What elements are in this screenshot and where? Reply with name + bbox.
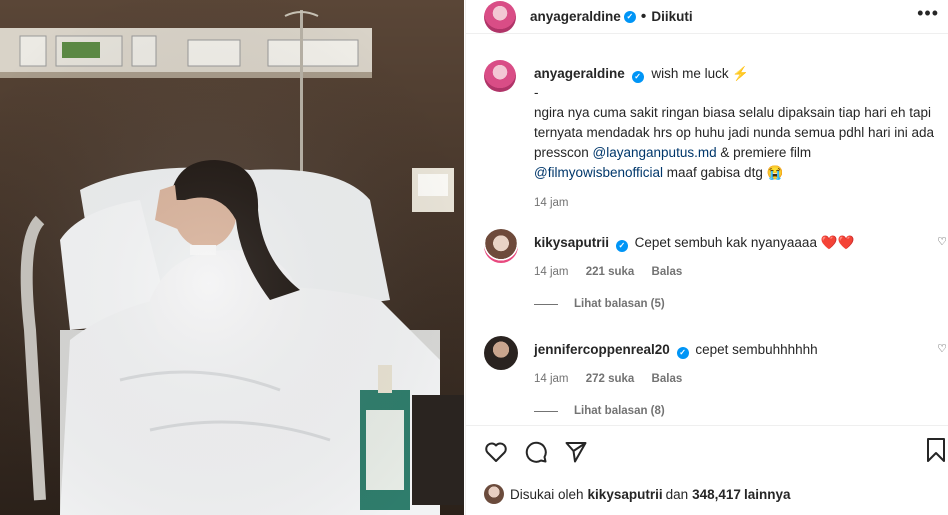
verified-icon: ✓ (615, 240, 628, 252)
replies-line (534, 303, 558, 305)
comment-item: jennifercoppenreal20 ✓ cepet sembuhhhhhh… (466, 336, 948, 417)
comment-likes[interactable]: 221 suka (586, 266, 635, 278)
author-username[interactable]: anyageraldine (530, 9, 621, 24)
replies-line (534, 410, 558, 412)
comment-text: cepet sembuhhhhhh (695, 342, 818, 357)
comment-item: kikysaputrii ✓ Cepet sembuh kak nyanyaaa… (466, 229, 948, 310)
comment-likes[interactable]: 272 suka (586, 373, 635, 385)
verified-icon: ✓ (631, 71, 644, 83)
commenter-avatar[interactable] (484, 336, 518, 370)
caption-author-avatar[interactable] (484, 60, 516, 92)
heart-icon[interactable] (484, 440, 508, 464)
hospital-bed-photo (0, 0, 464, 515)
liker-avatar[interactable] (484, 484, 504, 504)
separator-dot: • (640, 7, 647, 25)
likes-summary: Disukai oleh kikysaputrii dan 348,417 la… (484, 484, 790, 504)
comment-time[interactable]: 14 jam (534, 266, 569, 278)
reply-button[interactable]: Balas (652, 266, 683, 278)
comment-like-icon[interactable]: ♡ (937, 342, 947, 355)
caption-text: - ngira nya cuma sakit ringan biasa sela… (534, 83, 948, 183)
action-bar (484, 437, 948, 467)
comments-area: anyageraldine ✓ wish me luck ⚡ - ngira n… (466, 60, 948, 417)
more-options-icon[interactable]: ••• (917, 3, 939, 24)
liker-username[interactable]: kikysaputrii (588, 487, 663, 502)
comment-meta: 14 jam 272 suka Balas (534, 373, 948, 385)
caption-mid: & premiere film (716, 145, 812, 160)
post-header: anyageraldine ✓ • Diikuti ••• (466, 0, 948, 34)
comment-meta: 14 jam 221 suka Balas (534, 266, 948, 278)
verified-icon: ✓ (676, 347, 689, 359)
comment-icon[interactable] (524, 440, 548, 464)
caption-dash: - (534, 85, 539, 100)
comment-username[interactable]: kikysaputrii (534, 235, 609, 250)
share-icon[interactable] (564, 440, 588, 464)
comment-like-icon[interactable]: ♡ (937, 235, 947, 248)
post-details-panel: anyageraldine ✓ • Diikuti ••• anyagerald… (465, 0, 948, 515)
view-replies-label: Lihat balasan (8) (574, 405, 665, 417)
caption-end: maaf gabisa dtg 😭 (663, 165, 784, 180)
likes-count[interactable]: 348,417 (692, 487, 741, 502)
comment-time[interactable]: 14 jam (534, 373, 569, 385)
caption-title: wish me luck ⚡ (651, 66, 750, 81)
likes-mid: dan (665, 486, 689, 502)
likes-suffix[interactable]: lainnya (744, 487, 791, 502)
post-photo[interactable] (0, 0, 464, 515)
verified-icon: ✓ (623, 10, 636, 23)
reply-button[interactable]: Balas (652, 373, 683, 385)
author-avatar[interactable] (484, 0, 516, 33)
likes-prefix: Disukai oleh (510, 486, 584, 502)
caption-username[interactable]: anyageraldine (534, 66, 625, 81)
mention-link[interactable]: @layanganputus.md (593, 145, 717, 160)
caption-block: anyageraldine ✓ wish me luck ⚡ - ngira n… (466, 60, 948, 209)
view-replies-label: Lihat balasan (5) (574, 298, 665, 310)
comment-username[interactable]: jennifercoppenreal20 (534, 342, 670, 357)
comment-text: Cepet sembuh kak nyanyaaaa ❤️❤️ (634, 235, 855, 250)
caption-time[interactable]: 14 jam (534, 197, 948, 209)
bookmark-icon[interactable] (925, 437, 947, 463)
commenter-avatar[interactable] (484, 229, 518, 263)
view-replies-button[interactable]: Lihat balasan (8) (534, 405, 948, 417)
mention-link[interactable]: @filmyowisbenofficial (534, 165, 663, 180)
view-replies-button[interactable]: Lihat balasan (5) (534, 298, 948, 310)
actions-divider (466, 425, 948, 426)
follow-status-button[interactable]: Diikuti (651, 9, 692, 24)
